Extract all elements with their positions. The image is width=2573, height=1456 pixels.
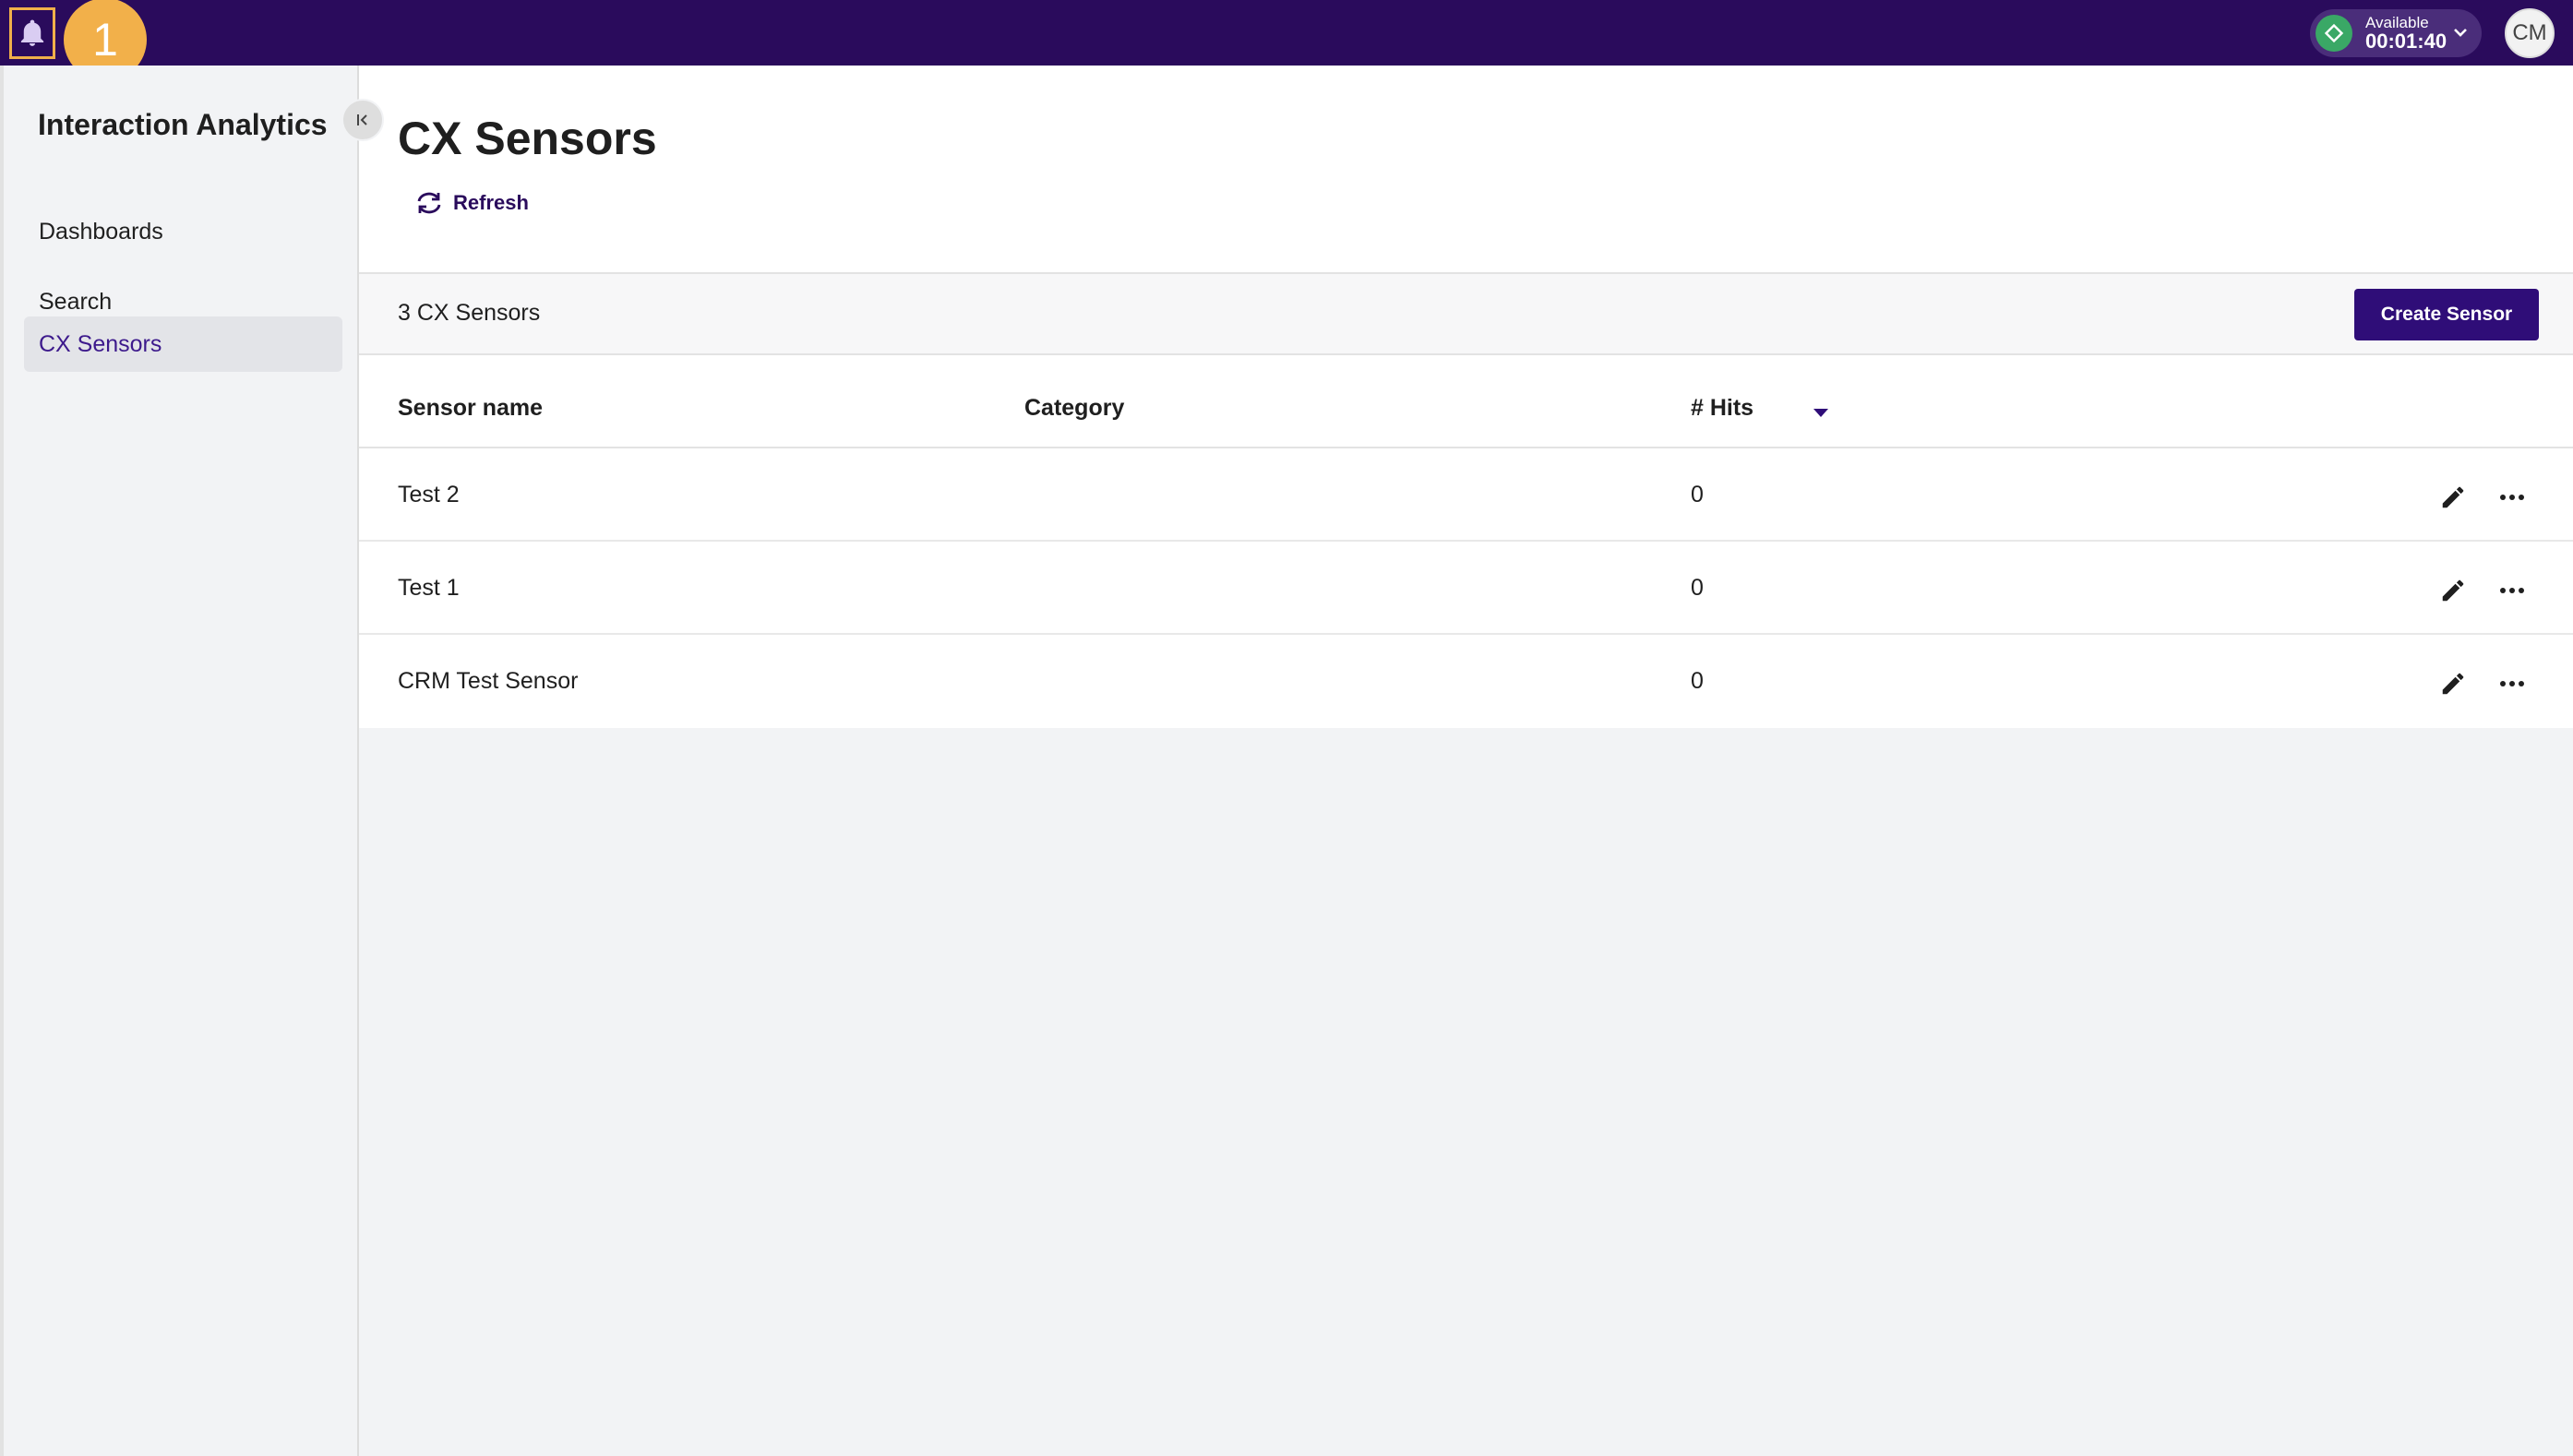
more-options-button[interactable] — [2496, 482, 2528, 513]
sidebar: Interaction Analytics Dashboards Search … — [0, 66, 384, 1456]
app-title: Interaction Analytics — [38, 108, 328, 141]
status-indicator — [2316, 15, 2352, 52]
hits-cell: 0 — [1691, 668, 1704, 694]
main-content: CX Sensors Refresh 3 CX Sensors Create S… — [359, 66, 2573, 1456]
table-header: Sensor name Category # Hits — [359, 355, 2573, 448]
more-horizontal-icon — [2500, 588, 2524, 593]
status-timer: 00:01:40 — [2365, 30, 2447, 54]
sensor-name-cell: CRM Test Sensor — [398, 668, 579, 694]
column-header-hits[interactable]: # Hits — [1691, 395, 1753, 422]
status-label: Available — [2365, 13, 2429, 31]
top-bar: 1 Available 00:01:40 CM — [0, 0, 2573, 81]
diamond-icon — [2324, 23, 2344, 43]
more-options-button[interactable] — [2496, 668, 2528, 699]
collapse-left-icon — [357, 114, 367, 125]
edit-sensor-button[interactable] — [2437, 668, 2469, 699]
notifications-button[interactable] — [9, 7, 55, 59]
sidebar-item-dashboards[interactable]: Dashboards — [24, 204, 342, 259]
table-row[interactable]: Test 2 0 — [359, 448, 2573, 542]
sensor-name-cell: Test 1 — [398, 575, 460, 601]
column-header-category[interactable]: Category — [1024, 395, 1124, 422]
create-sensor-button[interactable]: Create Sensor — [2354, 289, 2539, 340]
sidebar-item-cx-sensors[interactable]: CX Sensors — [24, 316, 342, 372]
more-options-button[interactable] — [2496, 575, 2528, 606]
agent-status-dropdown[interactable]: Available 00:01:40 — [2310, 9, 2482, 57]
chevron-down-icon — [2454, 29, 2467, 37]
pencil-icon — [2442, 579, 2464, 602]
more-horizontal-icon — [2500, 495, 2524, 500]
sort-descending-icon[interactable] — [1812, 407, 1830, 418]
edit-sensor-button[interactable] — [2437, 482, 2469, 513]
sensor-name-cell: Test 2 — [398, 482, 460, 507]
list-toolbar: 3 CX Sensors Create Sensor — [359, 274, 2573, 355]
pencil-icon — [2442, 486, 2464, 508]
sensor-count: 3 CX Sensors — [398, 300, 541, 326]
page-title: CX Sensors — [398, 113, 657, 164]
more-horizontal-icon — [2500, 681, 2524, 686]
hits-cell: 0 — [1691, 575, 1704, 601]
user-avatar[interactable]: CM — [2505, 8, 2555, 58]
refresh-label: Refresh — [453, 191, 529, 214]
edit-sensor-button[interactable] — [2437, 575, 2469, 606]
table-row[interactable]: CRM Test Sensor 0 — [359, 635, 2573, 728]
refresh-icon — [417, 192, 441, 214]
page-header: CX Sensors Refresh — [359, 66, 2573, 274]
table-row[interactable]: Test 1 0 — [359, 542, 2573, 635]
collapse-sidebar-button[interactable] — [341, 99, 384, 141]
sensors-table: Sensor name Category # Hits Test 2 0 Tes… — [359, 355, 2573, 728]
bell-icon — [20, 19, 44, 46]
refresh-button[interactable]: Refresh — [414, 189, 529, 217]
pencil-icon — [2442, 673, 2464, 695]
column-header-sensor-name[interactable]: Sensor name — [398, 395, 543, 422]
hits-cell: 0 — [1691, 482, 1704, 507]
